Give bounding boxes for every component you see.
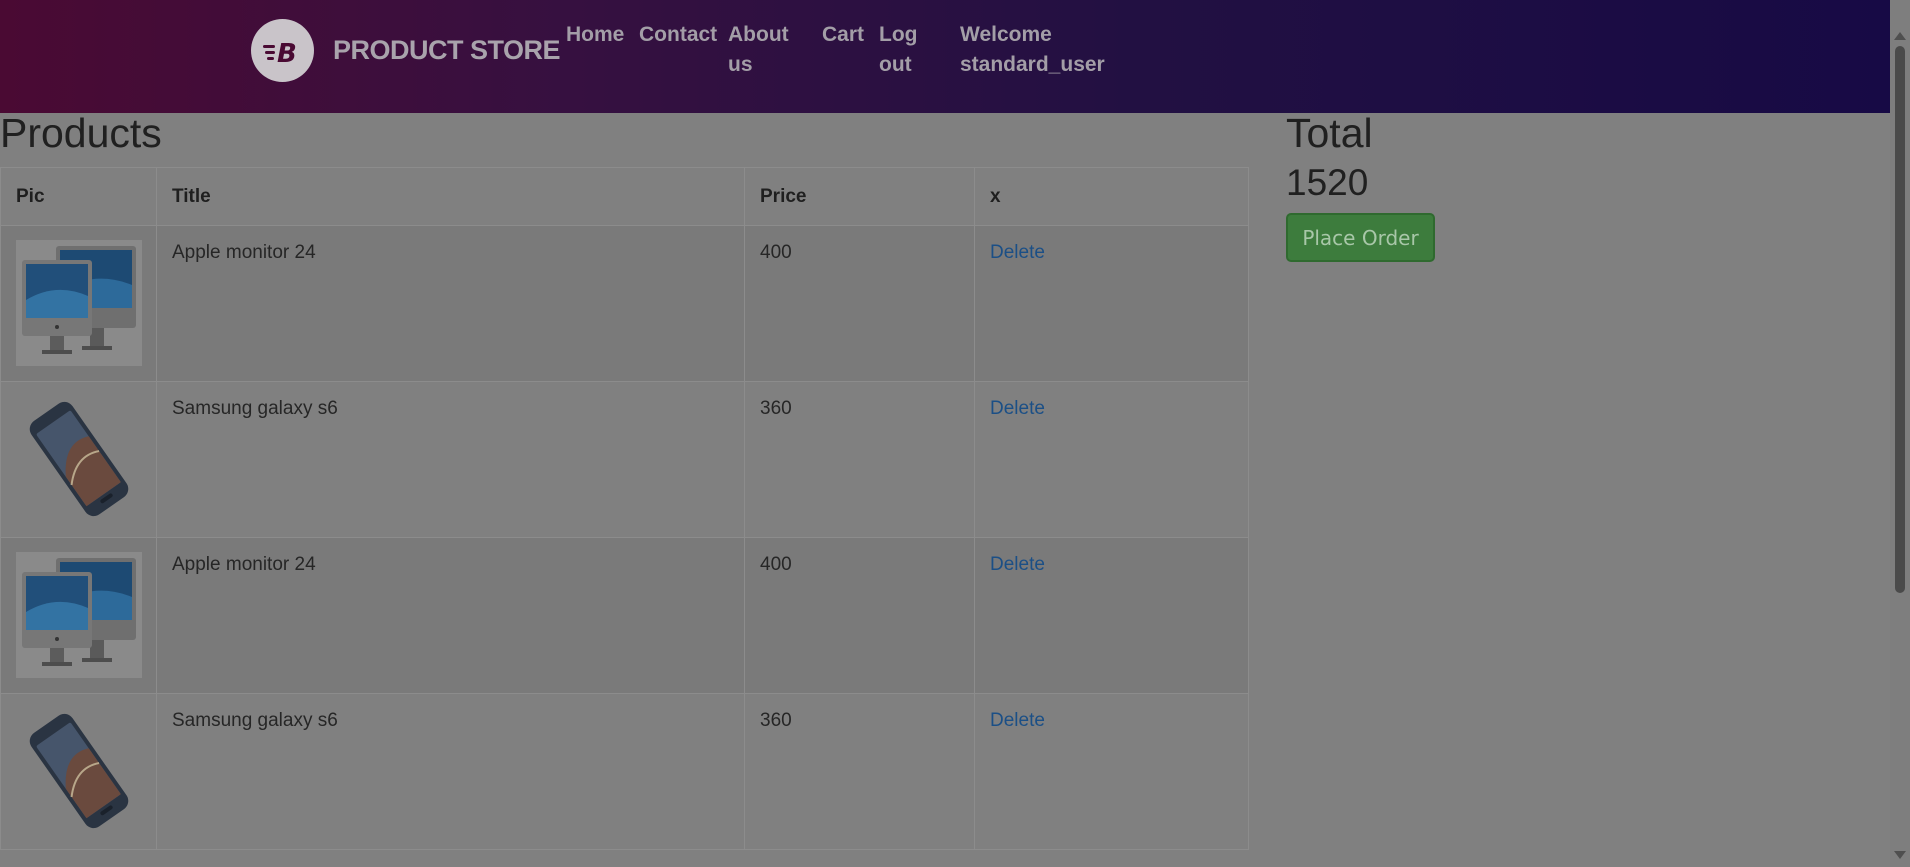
nav-logout[interactable]: Log out (879, 20, 917, 80)
nav-welcome-line2: standard_user (960, 53, 1105, 76)
brand[interactable]: B PRODUCT STORE (251, 19, 561, 82)
product-price: 360 (744, 693, 975, 850)
table-row: Samsung galaxy s6 360 Delete (0, 381, 1249, 538)
product-title: Apple monitor 24 (156, 537, 745, 694)
table-row: Apple monitor 24 400 Delete (0, 537, 1249, 694)
table-row: Apple monitor 24 400 Delete (0, 225, 1249, 382)
apple-monitor-icon (16, 240, 142, 366)
product-price: 400 (744, 225, 975, 382)
cart-table: Pic Title Price x Apple monitor 24 400 D… (0, 167, 1249, 850)
table-row: Samsung galaxy s6 360 Delete (0, 693, 1249, 850)
navbar: B PRODUCT STORE Home Contact About us Ca… (0, 0, 1890, 113)
delete-link[interactable]: Delete (990, 398, 1045, 419)
product-price: 400 (744, 537, 975, 694)
column-header-x: x (974, 167, 1249, 226)
delete-link[interactable]: Delete (990, 710, 1045, 731)
nav-about-line1: About (728, 23, 789, 46)
product-pic-cell (0, 381, 157, 538)
samsung-phone-icon (16, 396, 142, 522)
product-pic-cell (0, 537, 157, 694)
delete-link[interactable]: Delete (990, 554, 1045, 575)
scroll-down-arrow-icon[interactable] (1894, 851, 1906, 859)
apple-monitor-icon (16, 552, 142, 678)
nav-cart[interactable]: Cart (822, 20, 864, 50)
nav-welcome-line1: Welcome (960, 23, 1052, 46)
nav-logout-line1: Log (879, 23, 918, 46)
total-title: Total (1286, 110, 1373, 156)
brand-logo-icon: B (251, 19, 314, 82)
product-title: Samsung galaxy s6 (156, 693, 745, 850)
scroll-up-arrow-icon[interactable] (1894, 32, 1906, 40)
table-header-row: Pic Title Price x (0, 167, 1249, 226)
product-title: Samsung galaxy s6 (156, 381, 745, 538)
delete-link[interactable]: Delete (990, 242, 1045, 263)
column-header-price: Price (744, 167, 975, 226)
product-delete-cell: Delete (974, 225, 1249, 382)
product-price: 360 (744, 381, 975, 538)
brand-name: PRODUCT STORE (333, 35, 561, 65)
product-pic-cell (0, 225, 157, 382)
column-header-title: Title (156, 167, 745, 226)
total-value: 1520 (1286, 162, 1369, 203)
nav-home[interactable]: Home (566, 20, 624, 50)
samsung-phone-icon (16, 708, 142, 834)
column-header-pic: Pic (0, 167, 157, 226)
place-order-button[interactable]: Place Order (1286, 213, 1435, 262)
product-pic-cell (0, 693, 157, 850)
product-delete-cell: Delete (974, 537, 1249, 694)
nav-contact[interactable]: Contact (639, 20, 717, 50)
product-delete-cell: Delete (974, 693, 1249, 850)
nav-logout-line2: out (879, 53, 912, 76)
product-delete-cell: Delete (974, 381, 1249, 538)
nav-about-line2: us (728, 53, 753, 76)
product-title: Apple monitor 24 (156, 225, 745, 382)
nav-welcome-user[interactable]: Welcome standard_user (960, 20, 1105, 80)
svg-text:B: B (277, 39, 297, 66)
scroll-thumb[interactable] (1895, 46, 1905, 593)
nav-about[interactable]: About us (728, 20, 789, 80)
products-title: Products (0, 110, 162, 156)
vertical-scrollbar[interactable] (1890, 0, 1910, 867)
